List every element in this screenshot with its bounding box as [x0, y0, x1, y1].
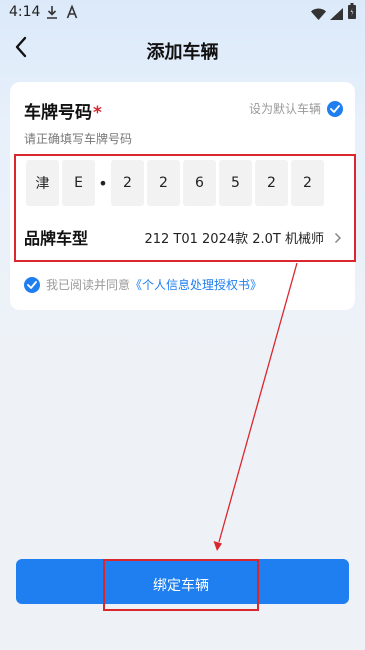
bind-button-highlight: 绑定车辆	[103, 559, 259, 611]
bind-vehicle-label: 绑定车辆	[153, 578, 209, 594]
annotation-arrow	[213, 262, 298, 551]
